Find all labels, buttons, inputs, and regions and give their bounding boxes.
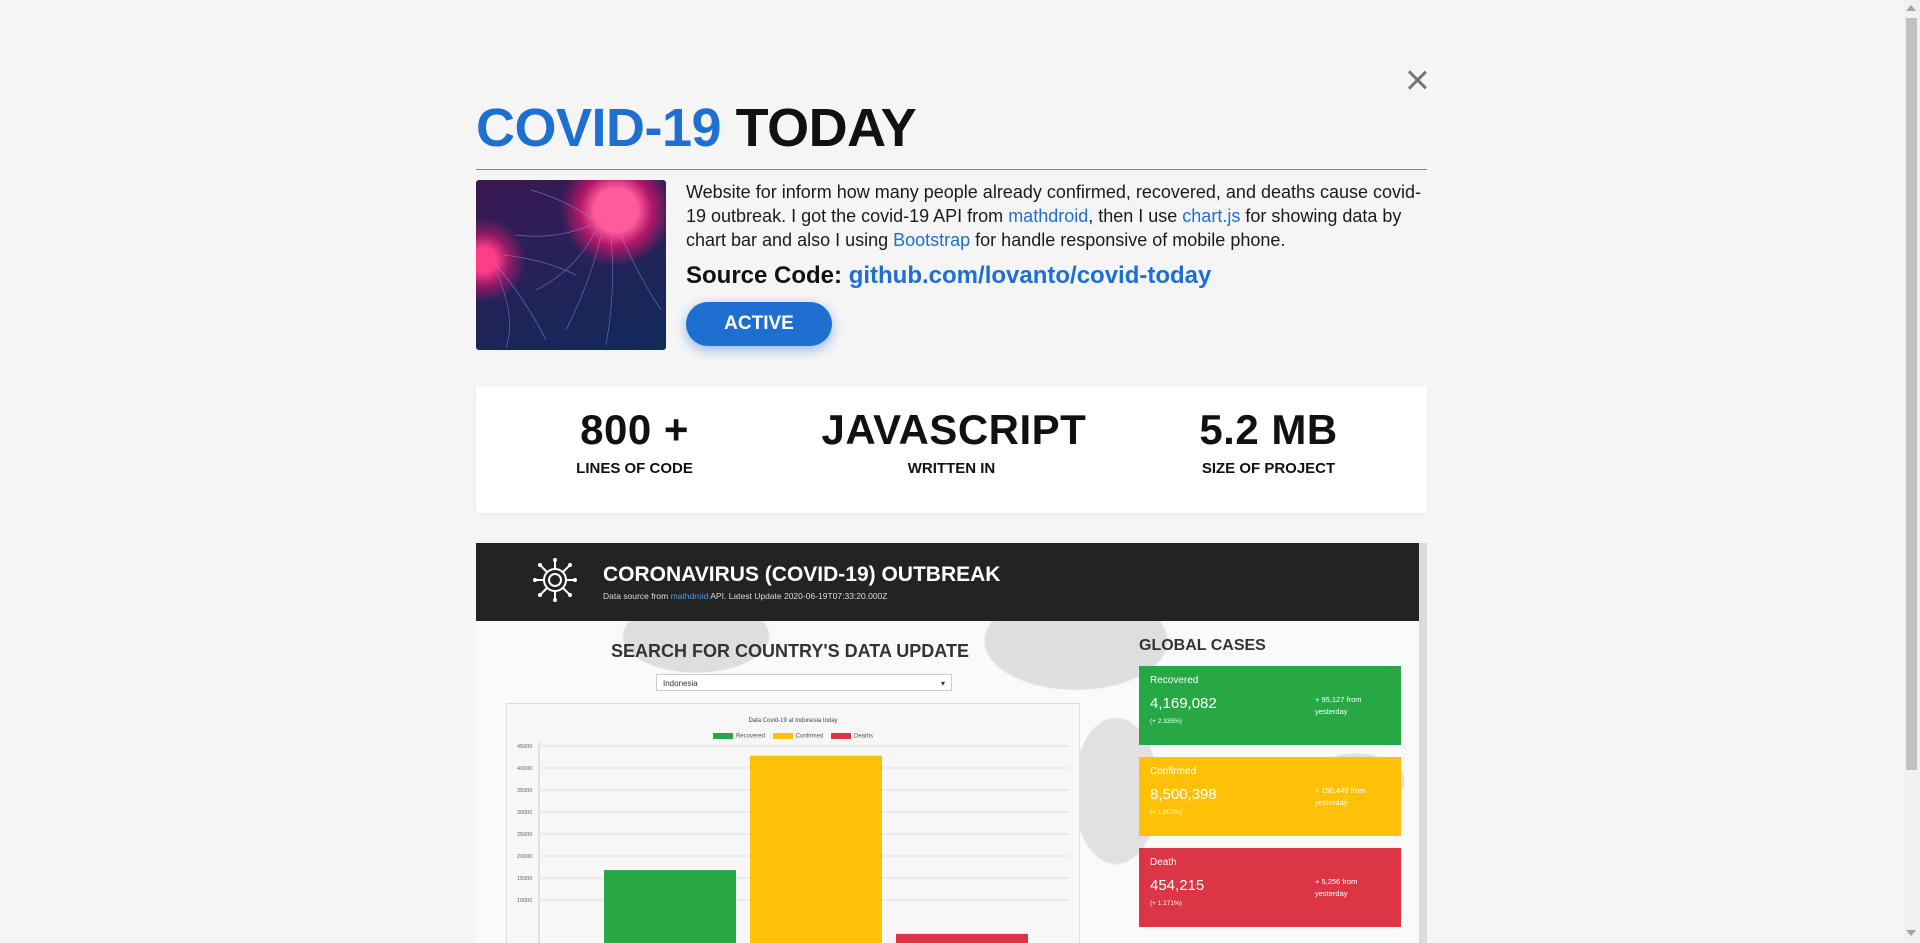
y-tick-label: 20000 — [517, 854, 532, 860]
stat-project-size: 5.2 MB SIZE OF PROJECT — [1139, 386, 1399, 513]
project-thumbnail — [476, 180, 666, 350]
stat-label: WRITTEN IN — [907, 460, 996, 477]
bar-deaths — [896, 933, 1028, 943]
page-title: COVID-19 TODAY — [476, 95, 1427, 161]
source-code-link[interactable]: github.com/lovanto/covid-today — [849, 262, 1212, 289]
case-value: 4,169,082 — [1150, 695, 1217, 712]
page-scrollbar[interactable] — [1903, 0, 1920, 941]
y-tick-label: 30000 — [517, 810, 532, 816]
project-description: Website for inform how many people alrea… — [686, 180, 1426, 346]
project-intro: Website for inform how many people alrea… — [476, 180, 1427, 350]
case-percent: (+ 1.802%) — [1150, 809, 1182, 816]
case-delta: + 95,127 from yesterday — [1315, 695, 1362, 716]
bootstrap-link[interactable]: Bootstrap — [893, 230, 970, 250]
case-percent: (+ 1.171%) — [1150, 900, 1182, 907]
stat-value: JAVASCRIPT — [821, 406, 1087, 453]
case-percent: (+ 2.335%) — [1150, 718, 1182, 725]
chevron-down-icon: ▾ — [940, 679, 945, 688]
preview-scrollbar — [1419, 543, 1427, 943]
scroll-up-arrow-icon[interactable] — [1906, 5, 1916, 11]
stat-lines-of-code: 800 + LINES OF CODE — [505, 386, 765, 513]
virus-illustration — [495, 189, 662, 349]
close-icon[interactable] — [1402, 66, 1432, 96]
case-delta: + 5,256 from yesterday — [1315, 877, 1358, 898]
y-tick-label: 35000 — [517, 788, 532, 794]
stat-language: JAVASCRIPT WRITTEN IN — [821, 386, 1087, 513]
scrollbar-thumb[interactable] — [1906, 18, 1917, 770]
global-cases-panel: GLOBAL CASES Recovered 4,169,082 (+ 2.33… — [1139, 637, 1401, 927]
mathdroid-link[interactable]: mathdroid — [1008, 206, 1088, 226]
stat-value: 5.2 MB — [1199, 406, 1338, 453]
case-value: 8,500,398 — [1150, 786, 1217, 803]
y-tick-label: 45000 — [517, 744, 532, 750]
project-stats: 800 + LINES OF CODE JAVASCRIPT WRITTEN I… — [476, 386, 1427, 513]
status-active-button[interactable]: ACTIVE — [686, 302, 832, 346]
source-code: Source Code: github.com/lovanto/covid-to… — [686, 262, 1426, 290]
title-highlight: COVID-19 — [476, 98, 722, 158]
case-card-death: Death 454,215 (+ 1.171%) + 5,256 from ye… — [1139, 848, 1401, 927]
case-delta: + 150,449 from yesterday — [1315, 786, 1366, 807]
country-select: Indonesia ▾ — [656, 674, 952, 691]
y-tick-label: 10000 — [517, 898, 532, 904]
title-rest: TODAY — [735, 98, 917, 158]
preview-header: CORONAVIRUS (COVID-19) OUTBREAK Data sou… — [476, 543, 1427, 621]
scroll-down-arrow-icon[interactable] — [1906, 930, 1916, 936]
case-value: 454,215 — [1150, 877, 1205, 894]
y-tick-label: 25000 — [517, 832, 532, 838]
case-card-recovered: Recovered 4,169,082 (+ 2.335%) + 95,127 … — [1139, 666, 1401, 745]
search-heading: SEARCH FOR COUNTRY'S DATA UPDATE — [611, 641, 969, 661]
preview-subtitle: Data source from mathdroid API. Latest U… — [603, 591, 888, 601]
bar-confirmed — [750, 755, 882, 943]
y-tick-label: 15000 — [517, 876, 532, 882]
preview-source-link: mathdroid — [670, 591, 709, 601]
chart-plot: 45000 40000 35000 30000 25000 20000 15000 10000 — [517, 742, 1069, 943]
stat-label: SIZE OF PROJECT — [1201, 460, 1336, 477]
country-select-value: Indonesia — [663, 679, 698, 688]
description-text: Website for inform how many people alrea… — [686, 182, 1422, 250]
global-cases-title: GLOBAL CASES — [1139, 637, 1266, 654]
project-modal: COVID-19 TODAY Website for inform how ma… — [476, 95, 1427, 943]
y-tick-label: 40000 — [517, 766, 532, 772]
case-label: Recovered — [1150, 675, 1199, 686]
bar-recovered — [604, 870, 736, 943]
virus-logo-icon — [533, 558, 577, 602]
project-screenshot-preview: CORONAVIRUS (COVID-19) OUTBREAK Data sou… — [476, 543, 1427, 943]
preview-title: CORONAVIRUS (COVID-19) OUTBREAK — [603, 563, 1001, 586]
stat-label: LINES OF CODE — [576, 460, 693, 477]
case-card-confirmed: Confirmed 8,500,398 (+ 1.802%) + 150,449… — [1139, 757, 1401, 836]
case-label: Confirmed — [1150, 766, 1197, 777]
country-chart: Data Covid-19 at Indonesia today Recover… — [506, 703, 1080, 943]
preview-body: SEARCH FOR COUNTRY'S DATA UPDATE Indones… — [476, 621, 1419, 943]
source-code-label: Source Code: — [686, 262, 849, 289]
title-divider — [476, 169, 1427, 170]
stat-value: 800 + — [580, 406, 689, 453]
chartjs-link[interactable]: chart.js — [1182, 206, 1240, 226]
case-label: Death — [1150, 857, 1177, 868]
